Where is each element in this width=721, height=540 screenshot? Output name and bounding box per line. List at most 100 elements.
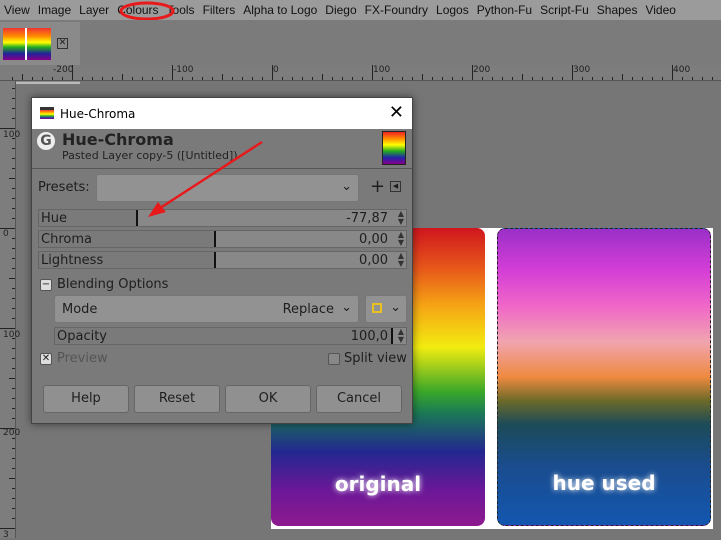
dialog-window-title: Hue-Chroma [60,106,136,121]
ruler-label: -100 [173,65,194,75]
ruler-tick [12,268,15,269]
close-icon[interactable]: ✕ [389,102,404,123]
chevron-down-icon: ⌄ [341,300,352,315]
ruler-tick [12,358,15,359]
menu-fx-foundry[interactable]: FX-Foundry [361,3,432,17]
blending-options-label[interactable]: Blending Options [57,277,168,292]
ruler-tick [9,178,15,179]
lightness-slider[interactable]: Lightness 0,00 ▲ ▼ [38,251,407,269]
ruler-tick [692,77,693,80]
ruler-tick [402,77,403,80]
ruler-tick [522,74,523,80]
spin-icon[interactable]: ▲ ▼ [398,231,404,247]
menu-bar: View Image Layer Colours Tools Filters A… [0,0,721,20]
ruler-tick [562,77,563,80]
ruler-tick [332,77,333,80]
ruler-tick [12,168,15,169]
collapse-icon[interactable]: − [40,279,52,291]
menu-video[interactable]: Video [641,3,679,17]
composite-mode-dropdown[interactable]: ⌄ [365,295,407,323]
ruler-tick [12,248,15,249]
opacity-value[interactable]: 100,0 [351,329,388,344]
ruler-tick [12,238,15,239]
ruler-tick [382,77,383,80]
spin-icon[interactable]: ▲ ▼ [398,252,404,268]
ruler-tick [12,388,15,389]
cancel-button[interactable]: Cancel [316,385,402,413]
ruler-tick [612,77,613,80]
ruler-tick [82,77,83,80]
menu-script-fu[interactable]: Script-Fu [536,3,593,17]
ruler-tick [222,74,223,80]
horizontal-ruler: -200 -100 0 100 200 300 400 [0,65,721,81]
ruler-tick [12,218,15,219]
ruler-tick [32,77,33,80]
ruler-tick [312,77,313,80]
ruler-tick [212,77,213,80]
add-preset-button[interactable]: + [370,176,385,197]
ruler-tick [12,108,15,109]
help-button[interactable]: Help [43,385,129,413]
menu-alpha-to-logo[interactable]: Alpha to Logo [239,3,321,17]
chevron-down-icon: ⌄ [390,300,401,315]
split-view-checkbox[interactable] [328,353,340,365]
split-view-label: Split view [344,351,407,366]
ruler-tick [12,368,15,369]
image-tabs-bar: ✕ [0,20,721,84]
ruler-tick [12,338,15,339]
ruler-tick [12,458,15,459]
ruler-tick [652,77,653,80]
ruler-tick [0,128,15,129]
menu-view[interactable]: View [0,3,34,17]
ruler-tick [12,288,15,289]
ruler-tick [12,258,15,259]
menu-logos[interactable]: Logos [432,3,473,17]
hue-value[interactable]: -77,87 [346,211,388,226]
ruler-tick [492,77,493,80]
menu-diego[interactable]: Diego [321,3,360,17]
menu-image[interactable]: Image [34,3,75,17]
ruler-tick [672,65,673,80]
menu-filters[interactable]: Filters [199,3,240,17]
ruler-tick [42,77,43,80]
ruler-tick [682,77,683,80]
spin-icon[interactable]: ▲ ▼ [398,210,404,226]
chroma-value[interactable]: 0,00 [359,232,388,247]
ruler-tick [602,77,603,80]
ruler-tick [52,77,53,80]
ruler-tick [282,77,283,80]
ruler-tick [322,74,323,80]
ruler-tick [9,478,15,479]
ruler-tick [12,508,15,509]
preview-checkbox[interactable]: ✕ [40,353,52,365]
ruler-tick [12,208,15,209]
ruler-tick [12,138,15,139]
chroma-slider[interactable]: Chroma 0,00 ▲ ▼ [38,230,407,248]
preset-menu-icon[interactable]: ◀ [390,181,401,192]
ruler-tick [22,74,23,80]
menu-python-fu[interactable]: Python-Fu [473,3,536,17]
reset-button[interactable]: Reset [134,385,220,413]
ruler-tick [12,198,15,199]
ruler-tick [12,488,15,489]
ruler-tick [12,298,15,299]
original-label: original [334,472,422,496]
opacity-slider[interactable]: Opacity 100,0 ▲ ▼ [54,327,407,345]
ruler-label: 200 [3,428,21,438]
ruler-tick [632,77,633,80]
ok-button[interactable]: OK [225,385,311,413]
layer-thumbnail [382,131,406,165]
ruler-tick [412,77,413,80]
ruler-tick [662,77,663,80]
close-icon[interactable]: ✕ [57,38,68,49]
ruler-tick [712,77,713,80]
ruler-tick [162,77,163,80]
menu-layer[interactable]: Layer [75,3,113,17]
spin-icon[interactable]: ▲ ▼ [398,328,404,344]
ruler-tick [182,77,183,80]
ruler-tick [552,77,553,80]
mode-dropdown[interactable]: Mode Replace ⌄ [54,295,359,323]
menu-shapes[interactable]: Shapes [593,3,642,17]
ruler-label: 0 [273,65,279,75]
lightness-value[interactable]: 0,00 [359,253,388,268]
